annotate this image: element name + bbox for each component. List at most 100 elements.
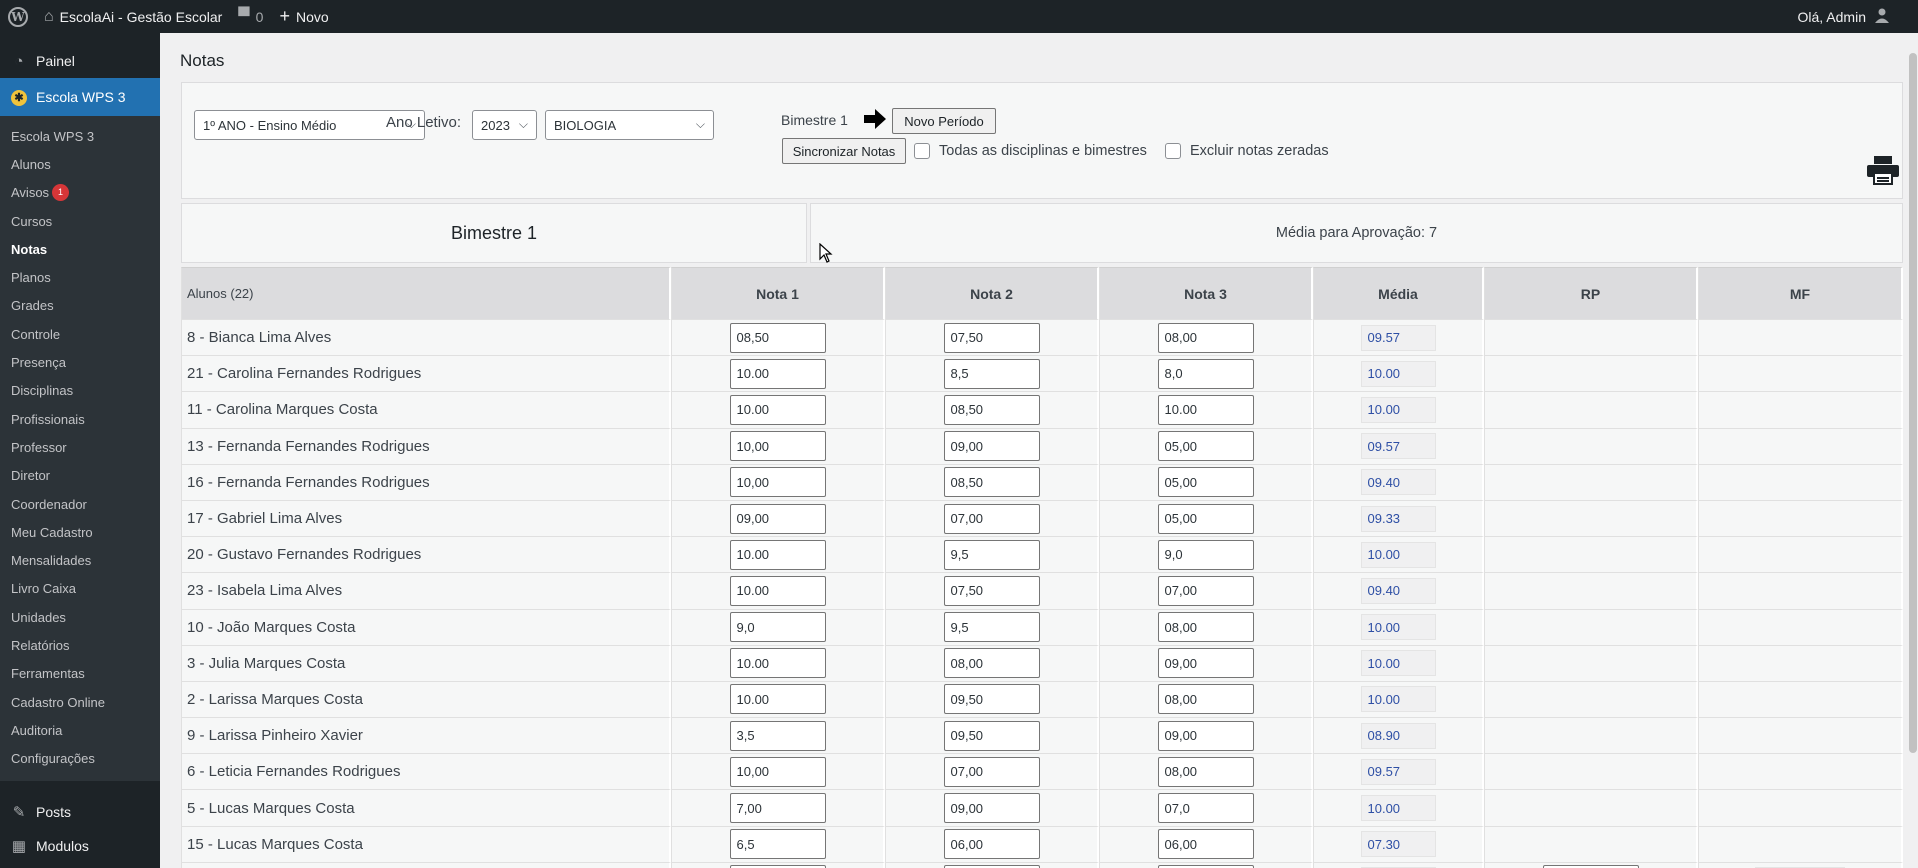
menu-painel[interactable]: ◔ Painel: [0, 44, 160, 78]
my-account[interactable]: Olá, Admin: [1798, 7, 1918, 26]
nota1-input[interactable]: 10.00: [729, 648, 826, 679]
sincronizar-notas-button[interactable]: Sincronizar Notas: [782, 138, 906, 164]
nota3-input[interactable]: 08,00: [1157, 756, 1254, 787]
nota1-cell: 7,00: [671, 790, 885, 827]
wordpress-logo-button[interactable]: W: [0, 0, 36, 33]
nota3-input[interactable]: 05,00: [1157, 503, 1254, 534]
submenu-item[interactable]: Cursos: [0, 207, 160, 235]
nota2-input[interactable]: 07,50: [943, 322, 1040, 353]
submenu-item[interactable]: Profissionais: [0, 405, 160, 433]
submenu-item[interactable]: Cadastro Online: [0, 688, 160, 716]
submenu-item[interactable]: Avisos 1: [0, 179, 160, 207]
nota3-cell: 08,00: [1099, 681, 1313, 719]
nota1-input[interactable]: 10.00: [729, 684, 826, 715]
submenu-item[interactable]: Livro Caixa: [0, 575, 160, 603]
nota2-input[interactable]: 09,50: [943, 720, 1040, 751]
menu-modulos[interactable]: ▦ Modulos: [0, 829, 160, 863]
nota3-input[interactable]: 08,00: [1157, 612, 1254, 643]
nota3-cell: 9,0: [1099, 537, 1313, 574]
submenu-item[interactable]: Presença: [0, 348, 160, 376]
nota3-input[interactable]: 07,00: [1157, 575, 1254, 606]
table-row: 20 - Gustavo Fernandes Rodrigues 10.00 9,5…: [181, 537, 1903, 574]
submenu-item[interactable]: Meu Cadastro: [0, 518, 160, 546]
submenu-item[interactable]: Escola WPS 3: [0, 122, 160, 150]
nota3-input[interactable]: 05,00: [1157, 467, 1254, 498]
site-name-link[interactable]: ⌂ EscolaAi - Gestão Escolar: [36, 0, 230, 33]
comment-icon: ▀: [238, 7, 250, 25]
nota2-input[interactable]: 08,50: [943, 467, 1040, 498]
printer-icon[interactable]: [1866, 155, 1900, 188]
nota1-input[interactable]: 10,00: [729, 467, 826, 498]
nota2-input[interactable]: 9,5: [943, 612, 1040, 643]
submenu-item[interactable]: Controle: [0, 320, 160, 348]
nota1-input[interactable]: 10.00: [729, 394, 826, 425]
nota1-input[interactable]: 10,00: [729, 756, 826, 787]
nota3-input[interactable]: 9,0: [1157, 539, 1254, 570]
nota3-input[interactable]: 08,00: [1157, 684, 1254, 715]
disciplina-select[interactable]: BIOLOGIA ⌵: [545, 110, 714, 140]
nota3-input[interactable]: 06,00: [1157, 829, 1254, 860]
header-media: Média: [1313, 267, 1484, 320]
nota1-input[interactable]: 10.00: [729, 575, 826, 606]
nota3-input[interactable]: 08,00: [1157, 322, 1254, 353]
todas-disciplinas-checkbox[interactable]: [914, 143, 930, 159]
submenu-item[interactable]: Diretor: [0, 462, 160, 490]
nota2-input[interactable]: 06,00: [943, 829, 1040, 860]
nota2-input[interactable]: 07,50: [943, 575, 1040, 606]
nota2-input[interactable]: 09,00: [943, 431, 1040, 462]
submenu-item-active[interactable]: Notas: [0, 235, 160, 263]
nota1-input[interactable]: 9,0: [729, 612, 826, 643]
nota3-cell: 8,0: [1099, 356, 1313, 393]
nota1-input[interactable]: 10,00: [729, 431, 826, 462]
nota2-input[interactable]: 8,5: [943, 358, 1040, 389]
submenu-item[interactable]: Professor: [0, 433, 160, 461]
submenu-item[interactable]: Mensalidades: [0, 546, 160, 574]
submenu-item[interactable]: Coordenador: [0, 490, 160, 518]
nota1-input[interactable]: 10.00: [729, 358, 826, 389]
nota2-input[interactable]: 09,00: [943, 793, 1040, 824]
nota2-input[interactable]: 09,50: [943, 684, 1040, 715]
submenu-item[interactable]: Alunos: [0, 150, 160, 178]
nota3-input[interactable]: 8,0: [1157, 358, 1254, 389]
nota2-input[interactable]: 9,5: [943, 539, 1040, 570]
nota1-input[interactable]: 3,5: [729, 720, 826, 751]
submenu-item[interactable]: Unidades: [0, 603, 160, 631]
comments-link[interactable]: ▀ 0: [230, 0, 271, 33]
nota1-input[interactable]: 6,5: [729, 829, 826, 860]
submenu-item[interactable]: Relatórios: [0, 631, 160, 659]
nota1-cell: 10.00: [671, 681, 885, 719]
submenu-item[interactable]: Disciplinas: [0, 377, 160, 405]
novo-periodo-button[interactable]: Novo Período: [892, 108, 996, 134]
submenu-item[interactable]: Auditoria: [0, 716, 160, 744]
menu-posts[interactable]: ✎ Posts: [0, 795, 160, 829]
nota3-input[interactable]: 05,00: [1157, 431, 1254, 462]
page-scrollbar[interactable]: [1908, 33, 1918, 868]
excluir-zeradas-checkbox[interactable]: [1165, 143, 1181, 159]
main-content: Notas 1º ANO - Ensino Médio ⌵ Ano Letivo…: [160, 33, 1918, 868]
submenu-item[interactable]: Planos: [0, 263, 160, 291]
nota2-input[interactable]: 08,00: [943, 648, 1040, 679]
header-nota1: Nota 1: [671, 267, 885, 320]
nota1-input[interactable]: 7,00: [729, 793, 826, 824]
nota3-input[interactable]: 10.00: [1157, 394, 1254, 425]
submenu-item[interactable]: Grades: [0, 292, 160, 320]
student-name: 8 - Bianca Lima Alves: [181, 320, 671, 357]
scrollbar-thumb[interactable]: [1909, 53, 1917, 753]
nota1-input[interactable]: 09,00: [729, 503, 826, 534]
nota2-input[interactable]: 07,00: [943, 503, 1040, 534]
nota3-input[interactable]: 09,00: [1157, 648, 1254, 679]
nota2-input[interactable]: 07,00: [943, 756, 1040, 787]
nota1-input[interactable]: 08,50: [729, 322, 826, 353]
nota2-cell: 09,00: [885, 428, 1099, 465]
nota3-input[interactable]: 09,00: [1157, 720, 1254, 751]
submenu-item[interactable]: Configurações: [0, 745, 160, 773]
nota3-input[interactable]: 07,0: [1157, 793, 1254, 824]
submenu-item[interactable]: Ferramentas: [0, 660, 160, 688]
table-header: Alunos (22) Nota 1 Nota 2 Nota 3 Média R…: [181, 267, 1903, 320]
media-cell: 10.00: [1313, 609, 1484, 646]
nota1-input[interactable]: 10.00: [729, 539, 826, 570]
nota2-input[interactable]: 08,50: [943, 394, 1040, 425]
menu-escola-wps[interactable]: ✱ Escola WPS 3: [0, 78, 160, 116]
new-content-link[interactable]: + Novo: [271, 0, 336, 33]
ano-select[interactable]: 2023 ⌵: [472, 110, 537, 140]
